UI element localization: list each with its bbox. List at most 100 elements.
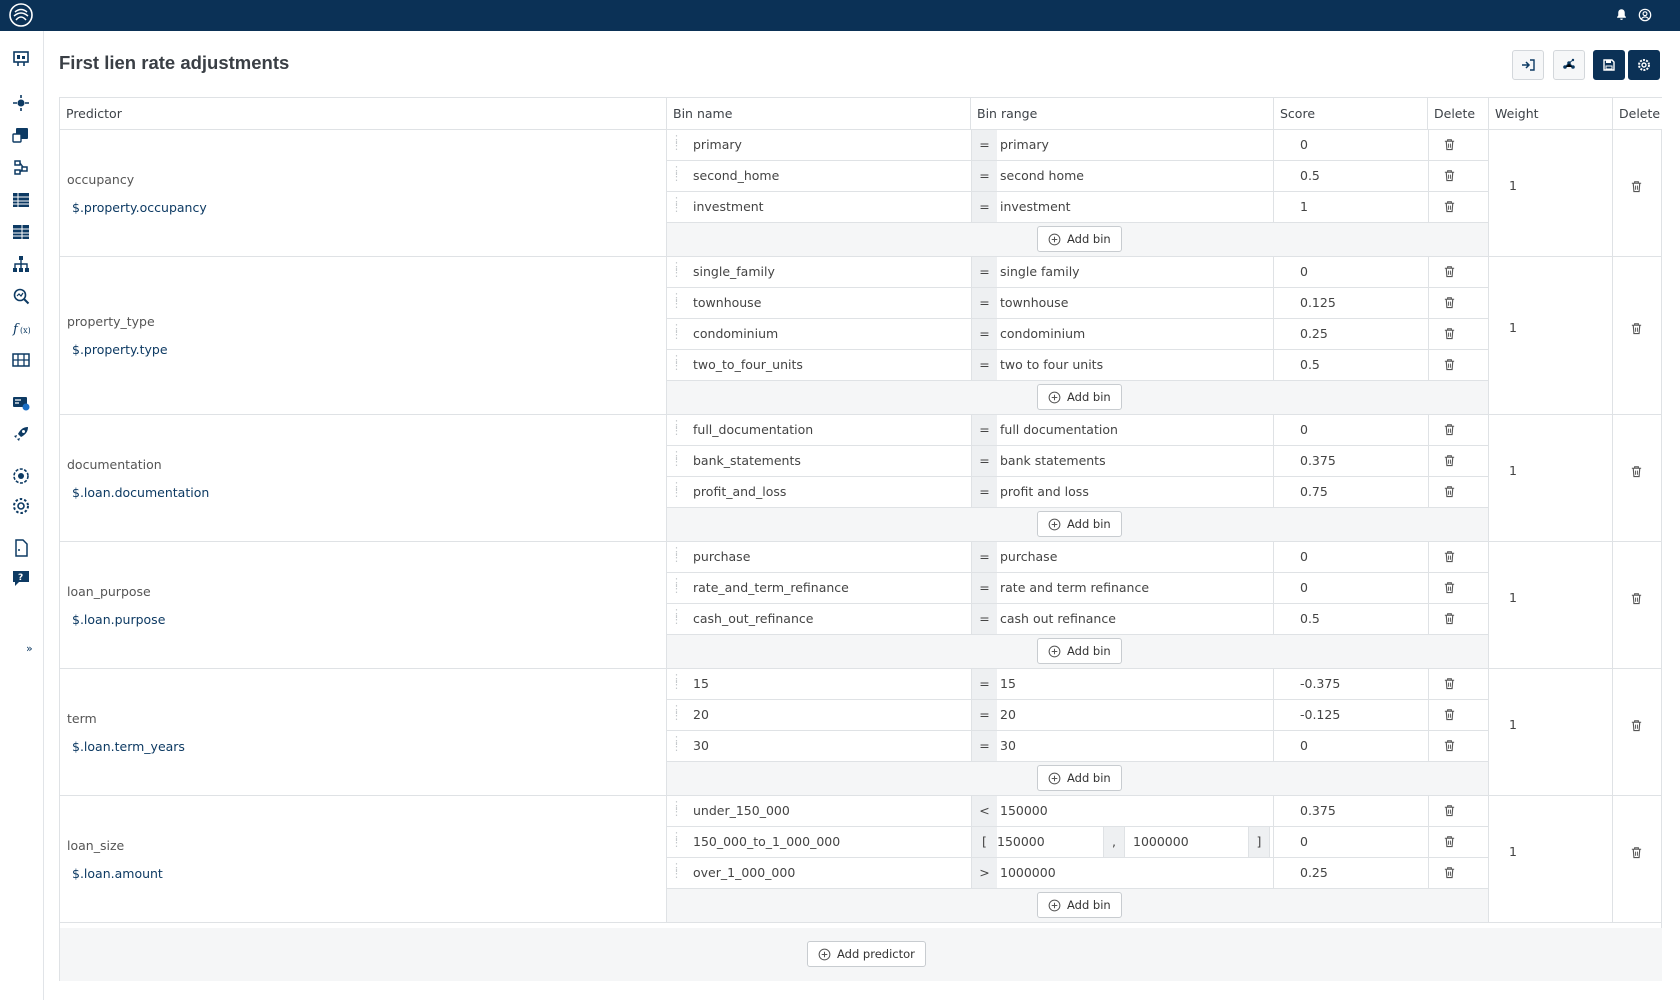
bin-range-input[interactable]: 30 (1000, 731, 1016, 761)
drag-handle-icon[interactable]: ⋮ ⋮ (671, 292, 682, 309)
drag-handle-icon[interactable]: ⋮ ⋮ (671, 134, 682, 151)
delete-bin-trash-icon[interactable] (1443, 265, 1457, 279)
add-bin-button[interactable]: Add bin (1037, 226, 1122, 252)
settings-cog-icon[interactable] (11, 466, 31, 486)
bin-operator[interactable]: = (971, 731, 997, 761)
bin-range-input[interactable]: full documentation (1000, 415, 1118, 445)
bin-operator[interactable]: = (971, 415, 997, 445)
bin-name-input[interactable]: profit_and_loss (693, 477, 786, 507)
bin-operator[interactable]: = (971, 192, 997, 222)
bin-range-input[interactable]: 1000000 (1000, 858, 1056, 888)
analytics-search-icon[interactable] (11, 286, 31, 306)
predictor-name[interactable]: occupancy (67, 172, 134, 187)
delete-predictor-trash-icon[interactable] (1630, 592, 1644, 606)
data-grid-icon[interactable] (11, 350, 31, 370)
delete-bin-trash-icon[interactable] (1443, 296, 1457, 310)
bin-operator[interactable]: = (971, 477, 997, 507)
sidebar-expand-toggle[interactable]: » (26, 642, 33, 655)
delete-bin-trash-icon[interactable] (1443, 581, 1457, 595)
bin-range-from-input[interactable]: 150000 (997, 827, 1045, 857)
predictor-path[interactable]: $.loan.term_years (72, 739, 185, 754)
bin-operator[interactable]: = (971, 542, 997, 572)
delete-bin-trash-icon[interactable] (1443, 708, 1457, 722)
hierarchy-icon[interactable] (11, 254, 31, 274)
bin-range-input[interactable]: rate and term refinance (1000, 573, 1149, 603)
rules-icon[interactable] (11, 125, 31, 145)
delete-predictor-trash-icon[interactable] (1630, 322, 1644, 336)
bin-name-input[interactable]: 30 (693, 731, 709, 761)
bin-operator[interactable]: = (971, 161, 997, 191)
delete-bin-trash-icon[interactable] (1443, 454, 1457, 468)
bin-operator[interactable]: = (971, 288, 997, 318)
bin-operator[interactable]: = (971, 350, 997, 380)
scorecard-icon[interactable] (11, 222, 31, 242)
bin-range-input[interactable]: 20 (1000, 700, 1016, 730)
bin-name-input[interactable]: two_to_four_units (693, 350, 803, 380)
predictor-path[interactable]: $.loan.purpose (72, 612, 165, 627)
drag-handle-icon[interactable]: ⋮ ⋮ (671, 608, 682, 625)
app-logo-icon[interactable] (9, 3, 33, 27)
predictor-weight-input[interactable]: 1 (1509, 178, 1517, 193)
drag-handle-icon[interactable]: ⋮ ⋮ (671, 800, 682, 817)
delete-bin-trash-icon[interactable] (1443, 866, 1457, 880)
advanced-settings-icon[interactable] (11, 496, 31, 516)
delete-predictor-trash-icon[interactable] (1630, 846, 1644, 860)
drag-handle-icon[interactable]: ⋮ ⋮ (671, 323, 682, 340)
add-predictor-button[interactable]: Add predictor (807, 941, 926, 967)
bin-operator[interactable]: = (971, 257, 997, 287)
predictor-name[interactable]: loan_size (67, 838, 124, 853)
add-bin-button[interactable]: Add bin (1037, 892, 1122, 918)
drag-handle-icon[interactable]: ⋮ ⋮ (671, 196, 682, 213)
bin-score-input[interactable]: 0 (1300, 573, 1308, 603)
predictor-path[interactable]: $.loan.amount (72, 866, 163, 881)
bin-operator[interactable]: = (971, 573, 997, 603)
delete-predictor-trash-icon[interactable] (1630, 719, 1644, 733)
bin-score-input[interactable]: 0 (1300, 827, 1308, 857)
predictor-path[interactable]: $.property.type (72, 342, 168, 357)
drag-handle-icon[interactable]: ⋮ ⋮ (671, 165, 682, 182)
drag-handle-icon[interactable]: ⋮ ⋮ (671, 481, 682, 498)
integration-icon[interactable] (11, 393, 31, 413)
bin-range-close-bracket[interactable]: ] (1248, 827, 1270, 857)
delete-bin-trash-icon[interactable] (1443, 423, 1457, 437)
drag-handle-icon[interactable]: ⋮ ⋮ (671, 831, 682, 848)
bin-operator[interactable]: = (971, 700, 997, 730)
delete-bin-trash-icon[interactable] (1443, 485, 1457, 499)
drag-handle-icon[interactable]: ⋮ ⋮ (671, 577, 682, 594)
bin-range-input[interactable]: condominium (1000, 319, 1085, 349)
drag-handle-icon[interactable]: ⋮ ⋮ (671, 546, 682, 563)
bin-operator[interactable]: = (971, 446, 997, 476)
bin-score-input[interactable]: 0.5 (1300, 350, 1320, 380)
bin-name-input[interactable]: single_family (693, 257, 775, 287)
bin-range-input[interactable]: profit and loss (1000, 477, 1089, 507)
flow-icon[interactable] (11, 93, 31, 113)
predictor-path[interactable]: $.property.occupancy (72, 200, 207, 215)
help-icon[interactable]: ? (11, 568, 31, 588)
bin-name-input[interactable]: townhouse (693, 288, 761, 318)
delete-predictor-trash-icon[interactable] (1630, 465, 1644, 479)
bin-name-input[interactable]: bank_statements (693, 446, 801, 476)
save-button[interactable] (1593, 50, 1625, 80)
predictor-path[interactable]: $.loan.documentation (72, 485, 209, 500)
bin-score-input[interactable]: 0 (1300, 257, 1308, 287)
bin-name-input[interactable]: primary (693, 130, 742, 160)
bin-score-input[interactable]: -0.375 (1300, 669, 1340, 699)
bin-name-input[interactable]: investment (693, 192, 764, 222)
add-bin-button[interactable]: Add bin (1037, 384, 1122, 410)
share-button[interactable] (1553, 50, 1585, 80)
bin-name-input[interactable]: cash_out_refinance (693, 604, 813, 634)
settings-button[interactable] (1628, 50, 1660, 80)
function-icon[interactable]: f (x) (11, 318, 31, 338)
bin-operator[interactable]: = (971, 130, 997, 160)
bin-score-input[interactable]: 0.375 (1300, 796, 1336, 826)
bin-operator[interactable]: [ (971, 827, 997, 857)
delete-bin-trash-icon[interactable] (1443, 169, 1457, 183)
deploy-rocket-icon[interactable] (11, 424, 31, 444)
bin-range-input[interactable]: 15 (1000, 669, 1016, 699)
drag-handle-icon[interactable]: ⋮ ⋮ (671, 261, 682, 278)
bin-name-input[interactable]: rate_and_term_refinance (693, 573, 849, 603)
predictor-weight-input[interactable]: 1 (1509, 590, 1517, 605)
dashboard-icon[interactable] (11, 49, 31, 69)
predictor-weight-input[interactable]: 1 (1509, 844, 1517, 859)
bin-name-input[interactable]: full_documentation (693, 415, 813, 445)
